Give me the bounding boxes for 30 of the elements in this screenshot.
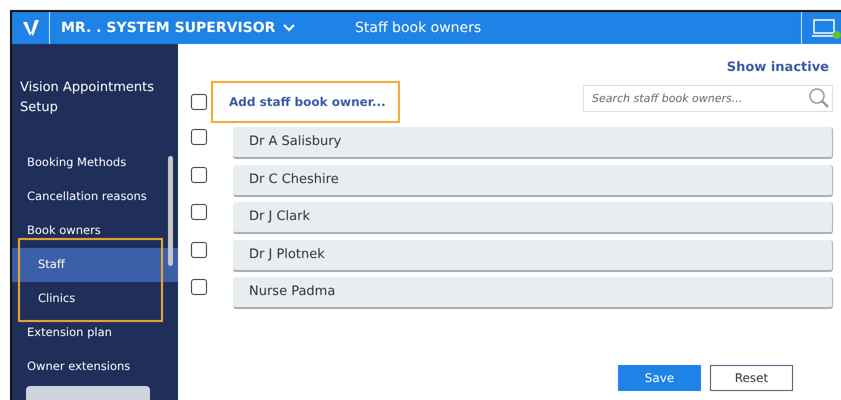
page-title: Staff book owners (355, 18, 482, 38)
add-staff-book-owner-link[interactable]: Add staff book owner... (229, 93, 386, 111)
sidebar-item[interactable]: Staff (12, 248, 178, 282)
checkbox[interactable] (191, 279, 207, 295)
save-button[interactable]: Save (618, 365, 701, 391)
checkbox[interactable] (191, 166, 207, 182)
book-owner-row[interactable]: Dr J Plotnek (233, 240, 833, 272)
sidebar-item[interactable]: Clinics (12, 282, 178, 316)
sidebar-item[interactable]: Owner extensions (12, 350, 178, 384)
book-owner-row[interactable]: Nurse Padma (233, 277, 833, 309)
checkbox[interactable] (191, 242, 207, 258)
book-owner-row[interactable]: Dr C Cheshire (233, 164, 833, 196)
checkbox[interactable] (191, 129, 207, 145)
chevron-icon (283, 24, 296, 32)
book-owner-row[interactable]: Dr A Salisbury (233, 127, 833, 159)
logo-icon (22, 19, 40, 37)
search-icon[interactable] (808, 87, 830, 109)
checkbox[interactable] (191, 94, 207, 110)
sidebar-item[interactable]: Extension plan (12, 316, 178, 350)
reset-button[interactable]: Reset (710, 365, 793, 391)
sidebar-item[interactable]: Cancellation reasons (12, 180, 178, 214)
book-owner-row[interactable]: Dr J Clark (233, 202, 833, 234)
user-menu[interactable]: MR. . SYSTEM SUPERVISOR (61, 18, 311, 38)
sidebar-title: Vision Appointments Setup (20, 79, 155, 117)
monitor-icon[interactable] (811, 17, 841, 39)
sidebar-item[interactable]: Book owners (12, 214, 178, 248)
checkbox[interactable] (191, 204, 207, 220)
search-field[interactable]: Search staff book owners... (583, 85, 833, 112)
sidebar-item[interactable]: Booking Methods (12, 146, 178, 180)
scrollbar[interactable] (168, 156, 173, 266)
